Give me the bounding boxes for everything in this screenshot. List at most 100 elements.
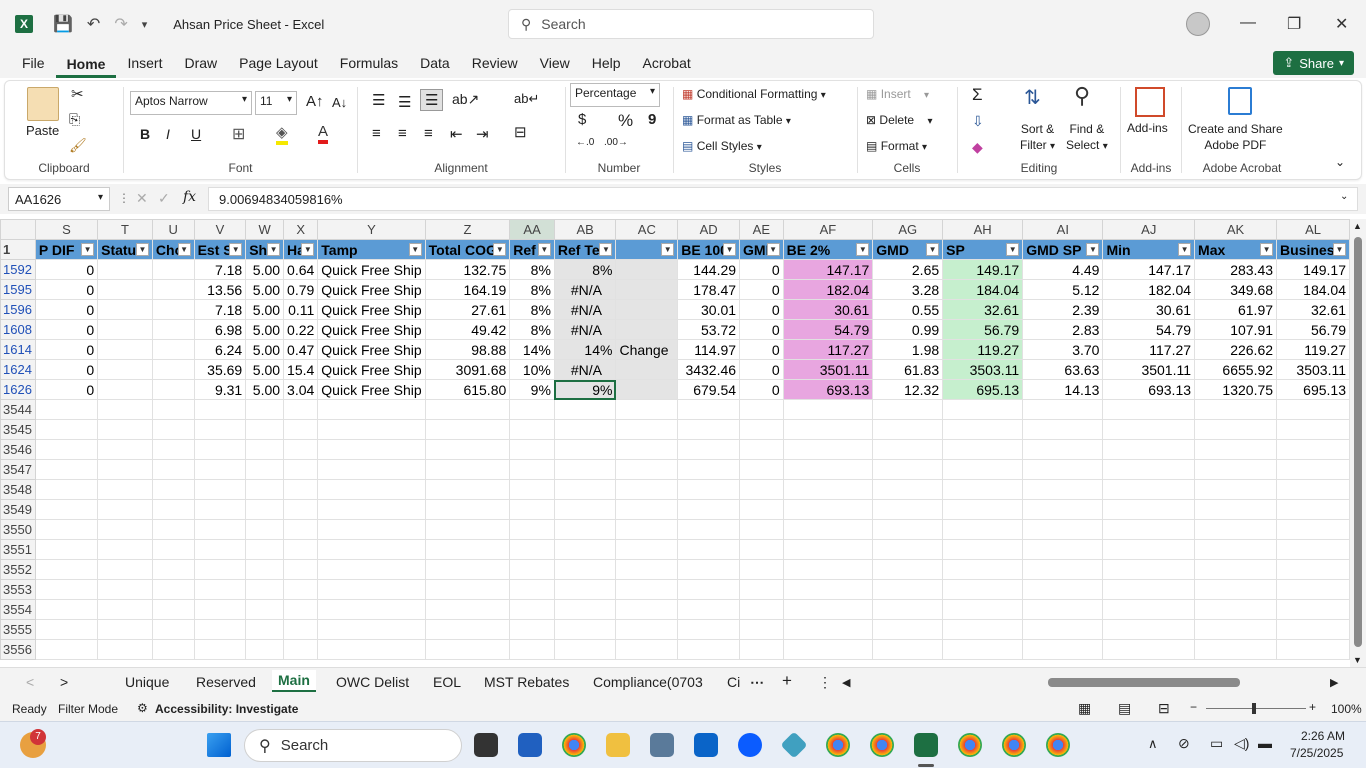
filter-dropdown-icon[interactable]: ▼ xyxy=(1006,243,1020,256)
table-cell[interactable] xyxy=(739,639,784,660)
table-cell[interactable] xyxy=(97,259,153,280)
table-cell[interactable] xyxy=(782,519,874,540)
table-cell[interactable] xyxy=(782,459,874,480)
table-header-cell[interactable]: BE 2% ▼ xyxy=(782,239,874,260)
table-cell[interactable]: 144.29 xyxy=(677,259,741,280)
table-cell[interactable]: 3091.68 xyxy=(424,359,511,380)
row-header[interactable]: 3546 xyxy=(0,439,36,460)
table-cell[interactable]: 679.54 xyxy=(677,379,741,400)
table-cell[interactable]: 0 xyxy=(739,319,784,340)
table-cell[interactable] xyxy=(615,619,679,640)
table-cell[interactable]: 61.97 xyxy=(1194,299,1278,320)
table-cell[interactable] xyxy=(1022,399,1104,420)
table-cell[interactable]: 2.83 xyxy=(1022,319,1104,340)
table-cell[interactable]: 0 xyxy=(739,379,784,400)
table-cell[interactable]: 0 xyxy=(34,279,99,300)
table-header-cell[interactable]: Min ▼ xyxy=(1102,239,1196,260)
table-cell[interactable] xyxy=(553,639,617,660)
table-cell[interactable] xyxy=(193,579,247,600)
increase-font-icon[interactable]: A↑ xyxy=(306,93,324,110)
expand-formula-icon[interactable]: ⌄ xyxy=(1340,191,1348,202)
row-header[interactable]: 1608 xyxy=(0,319,36,340)
name-box[interactable]: AA1626 ▾ xyxy=(8,187,110,211)
table-cell[interactable] xyxy=(97,279,153,300)
table-cell[interactable]: 30.61 xyxy=(782,299,874,320)
table-cell[interactable] xyxy=(424,439,511,460)
align-left-icon[interactable]: ≡ xyxy=(372,125,381,142)
table-cell[interactable] xyxy=(1022,419,1104,440)
hscroll-right-icon[interactable]: ▶ xyxy=(1330,676,1338,689)
table-cell[interactable] xyxy=(193,499,247,520)
table-header-cell[interactable]: Cho ▼ xyxy=(151,239,195,260)
table-cell[interactable] xyxy=(424,539,511,560)
table-cell[interactable]: 0.99 xyxy=(872,319,944,340)
table-cell[interactable] xyxy=(193,599,247,620)
table-cell[interactable]: 2.65 xyxy=(872,259,944,280)
table-cell[interactable] xyxy=(509,439,555,460)
paste-button[interactable]: Paste xyxy=(26,123,59,138)
table-cell[interactable] xyxy=(615,419,679,440)
row-header[interactable]: 1614 xyxy=(0,339,36,360)
table-cell[interactable] xyxy=(283,559,319,580)
table-cell[interactable] xyxy=(677,399,741,420)
table-cell[interactable]: 9% xyxy=(509,379,555,400)
table-cell[interactable]: 54.79 xyxy=(1102,319,1196,340)
table-cell[interactable] xyxy=(97,359,153,380)
column-header[interactable]: S xyxy=(34,219,99,240)
table-cell[interactable]: 182.04 xyxy=(1102,279,1196,300)
table-cell[interactable] xyxy=(317,599,426,620)
table-cell[interactable] xyxy=(34,479,99,500)
table-cell[interactable] xyxy=(34,459,99,480)
restore-icon[interactable]: ❐ xyxy=(1287,14,1301,34)
normal-view-icon[interactable]: ▦ xyxy=(1078,700,1091,717)
battery-icon[interactable]: ▬ xyxy=(1258,735,1272,751)
table-cell[interactable] xyxy=(872,439,944,460)
table-cell[interactable] xyxy=(151,499,195,520)
table-cell[interactable] xyxy=(283,599,319,620)
column-header[interactable]: V xyxy=(193,219,247,240)
customize-icon[interactable]: ▾ xyxy=(142,18,148,31)
table-cell[interactable]: 5.00 xyxy=(245,319,285,340)
table-cell[interactable] xyxy=(1194,419,1278,440)
table-cell[interactable] xyxy=(97,619,153,640)
table-cell[interactable] xyxy=(1194,399,1278,420)
table-cell[interactable] xyxy=(553,559,617,580)
options-icon[interactable]: ⋮ xyxy=(818,674,832,691)
borders-icon[interactable]: ⊞ xyxy=(232,124,245,144)
table-cell[interactable] xyxy=(283,499,319,520)
row-header[interactable]: 3551 xyxy=(0,539,36,560)
table-cell[interactable]: 35.69 xyxy=(193,359,247,380)
table-cell[interactable]: 178.47 xyxy=(677,279,741,300)
table-cell[interactable] xyxy=(424,579,511,600)
table-cell[interactable] xyxy=(34,519,99,540)
table-header-cell[interactable]: Tamp ▼ xyxy=(317,239,426,260)
table-cell[interactable]: 0.47 xyxy=(283,339,319,360)
file-explorer-icon[interactable] xyxy=(606,733,630,757)
table-cell[interactable]: 49.42 xyxy=(424,319,511,340)
filter-dropdown-icon[interactable]: ▼ xyxy=(135,243,149,256)
table-cell[interactable] xyxy=(1194,499,1278,520)
table-cell[interactable] xyxy=(677,599,741,620)
table-cell[interactable] xyxy=(782,399,874,420)
table-cell[interactable]: Quick Free Ship xyxy=(317,259,426,280)
table-cell[interactable]: 5.00 xyxy=(245,359,285,380)
table-cell[interactable] xyxy=(872,579,944,600)
chrome-profile-icon[interactable] xyxy=(870,733,894,757)
table-cell[interactable] xyxy=(193,639,247,660)
italic-button[interactable]: I xyxy=(166,126,170,142)
table-cell[interactable]: 695.13 xyxy=(942,379,1024,400)
table-cell[interactable]: 1.98 xyxy=(872,339,944,360)
page-layout-icon[interactable]: ▤ xyxy=(1118,700,1131,717)
table-cell[interactable]: 0.64 xyxy=(283,259,319,280)
filter-dropdown-icon[interactable]: ▼ xyxy=(1260,243,1274,256)
store-icon[interactable] xyxy=(518,733,542,757)
table-cell[interactable]: 0.79 xyxy=(283,279,319,300)
table-header-cell[interactable]: Max ▼ xyxy=(1194,239,1278,260)
table-cell[interactable] xyxy=(1276,559,1350,580)
table-cell[interactable]: 12.32 xyxy=(872,379,944,400)
table-cell[interactable] xyxy=(151,319,195,340)
table-cell[interactable] xyxy=(245,499,285,520)
table-cell[interactable] xyxy=(782,639,874,660)
table-cell[interactable]: 3.70 xyxy=(1022,339,1104,360)
table-cell[interactable] xyxy=(739,399,784,420)
